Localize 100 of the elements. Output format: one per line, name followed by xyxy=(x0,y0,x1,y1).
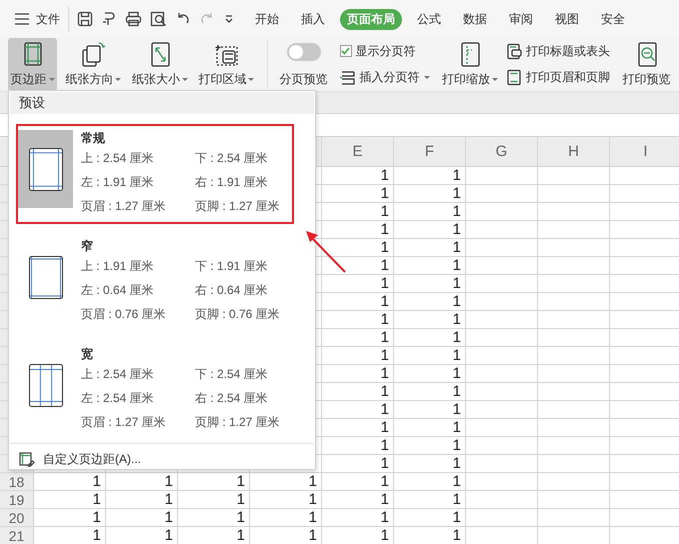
page-margins-icon xyxy=(28,256,62,298)
preset-option[interactable]: 宽 上 : 2.54 厘米 下 : 2.54 厘米 左 : 2.54 厘米 右 : 2.54 厘米 页眉 : 1.27 厘米 页脚 : 1.27 厘米 xyxy=(16,340,294,440)
table-cell: 1 xyxy=(322,221,394,239)
table-cell: 1 xyxy=(250,491,322,509)
custom-margins-item[interactable]: 自定义页边距(A)... xyxy=(19,451,141,468)
table-cell: 1 xyxy=(322,329,394,347)
ribbon-button[interactable]: 打印页眉和页脚 xyxy=(506,69,610,86)
table-cell: 1 xyxy=(322,311,394,329)
table-cell: 1 xyxy=(322,491,394,509)
margin-value: 上 : 1.91 厘米 xyxy=(81,258,155,275)
column-header[interactable]: F xyxy=(394,137,466,166)
table-cell xyxy=(466,491,538,509)
table-cell: 1 xyxy=(322,293,394,311)
table-cell: 1 xyxy=(394,527,466,544)
table-cell xyxy=(466,185,538,203)
table-cell: 1 xyxy=(250,509,322,527)
table-cell: 1 xyxy=(322,455,394,473)
table-cell: 1 xyxy=(394,347,466,365)
row-header[interactable]: 18 xyxy=(0,473,34,491)
menu-icon[interactable] xyxy=(14,12,30,26)
print-icon[interactable] xyxy=(125,11,142,27)
table-cell xyxy=(466,455,538,473)
table-cell xyxy=(466,221,538,239)
table-cell: 1 xyxy=(394,311,466,329)
file-menu[interactable]: 文件 xyxy=(14,10,60,28)
toggle-label: 分页预览 xyxy=(280,71,328,88)
margin-value: 页眉 : 1.27 厘米 xyxy=(81,198,167,215)
checkbox-option[interactable]: 显示分页符 xyxy=(340,42,430,60)
ribbon-tab[interactable]: 数据 xyxy=(456,8,494,30)
table-cell: 1 xyxy=(106,491,178,509)
table-cell: 1 xyxy=(322,437,394,455)
table-cell xyxy=(466,239,538,257)
curl-icon[interactable] xyxy=(101,11,117,27)
toggle-switch[interactable] xyxy=(286,43,321,61)
table-cell: 1 xyxy=(394,185,466,203)
table-cell: 1 xyxy=(322,473,394,491)
row-header[interactable]: 21 xyxy=(0,527,34,544)
table-cell xyxy=(538,383,610,401)
table-cell xyxy=(466,275,538,293)
ribbon-button[interactable]: 页边距 xyxy=(8,38,58,91)
ribbon-button[interactable]: 打印标题或表头 xyxy=(506,42,610,60)
table-cell: 1 xyxy=(394,275,466,293)
table-cell: 1 xyxy=(250,473,322,491)
table-cell: 1 xyxy=(34,491,106,509)
column-header[interactable]: E xyxy=(322,137,394,166)
table-cell: 1 xyxy=(394,437,466,455)
checkbox[interactable] xyxy=(340,45,352,58)
pages-icon xyxy=(80,41,106,68)
page-edit-icon xyxy=(19,452,35,467)
table-cell: 1 xyxy=(394,203,466,221)
table-cell: 1 xyxy=(106,509,178,527)
table-cell: 1 xyxy=(394,293,466,311)
table-cell xyxy=(538,293,610,311)
margin-value: 右 : 0.64 厘米 xyxy=(195,282,269,299)
header-footer-icon xyxy=(506,69,522,86)
table-cell: 1 xyxy=(394,509,466,527)
ribbon-button[interactable]: 插入分页符 xyxy=(340,69,430,86)
print-preview-icon[interactable] xyxy=(150,11,167,27)
table-cell xyxy=(466,365,538,383)
table-cell: 1 xyxy=(394,419,466,437)
preset-option[interactable]: 常规 上 : 2.54 厘米 下 : 2.54 厘米 左 : 1.91 厘米 右 : 1.91 厘米 页眉 : 1.27 厘米 页脚 : 1.27 厘米 xyxy=(16,124,294,224)
table-cell: 1 xyxy=(322,167,394,185)
table-cell xyxy=(538,257,610,275)
column-header[interactable]: H xyxy=(538,137,610,166)
row-header[interactable]: 20 xyxy=(0,509,34,527)
ribbon-tab[interactable]: 视图 xyxy=(548,8,586,30)
column-header[interactable]: G xyxy=(466,137,538,166)
table-cell xyxy=(466,329,538,347)
table-cell: 1 xyxy=(394,455,466,473)
margin-value: 上 : 2.54 厘米 xyxy=(81,150,155,167)
ribbon-tab[interactable]: 审阅 xyxy=(502,8,540,30)
ribbon-tab[interactable]: 插入 xyxy=(294,8,332,30)
table-cell: 1 xyxy=(394,239,466,257)
column-header[interactable]: I xyxy=(610,137,679,166)
ribbon-tab[interactable]: 开始 xyxy=(248,8,286,30)
table-cell: 1 xyxy=(322,347,394,365)
page-margins-icon xyxy=(28,148,62,190)
save-icon[interactable] xyxy=(77,11,93,27)
table-cell: 1 xyxy=(394,383,466,401)
ribbon-tab[interactable]: 安全 xyxy=(594,8,632,30)
ribbon-button[interactable]: 打印预览 xyxy=(620,38,673,91)
table-cell: 1 xyxy=(394,401,466,419)
table-cell: 1 xyxy=(322,401,394,419)
table-cell: 1 xyxy=(322,257,394,275)
table-cell: 1 xyxy=(178,473,250,491)
ribbon-button[interactable]: 打印缩放 xyxy=(440,38,500,91)
row-header[interactable]: 19 xyxy=(0,491,34,509)
margin-value: 右 : 2.54 厘米 xyxy=(195,390,269,407)
margin-value: 页脚 : 1.27 厘米 xyxy=(195,198,281,215)
table-cell xyxy=(538,419,610,437)
print-title-icon xyxy=(506,42,522,60)
table-cell: 1 xyxy=(394,167,466,185)
preset-option[interactable]: 窄 上 : 1.91 厘米 下 : 1.91 厘米 左 : 0.64 厘米 右 : 0.64 厘米 页眉 : 0.76 厘米 页脚 : 0.76 厘米 xyxy=(16,232,294,332)
table-cell xyxy=(538,347,610,365)
table-cell xyxy=(538,437,610,455)
preset-name: 常规 xyxy=(81,130,106,147)
table-cell xyxy=(466,401,538,419)
table-cell: 1 xyxy=(394,257,466,275)
ribbon-tab[interactable]: 公式 xyxy=(410,8,448,30)
table-cell: 1 xyxy=(394,473,466,491)
